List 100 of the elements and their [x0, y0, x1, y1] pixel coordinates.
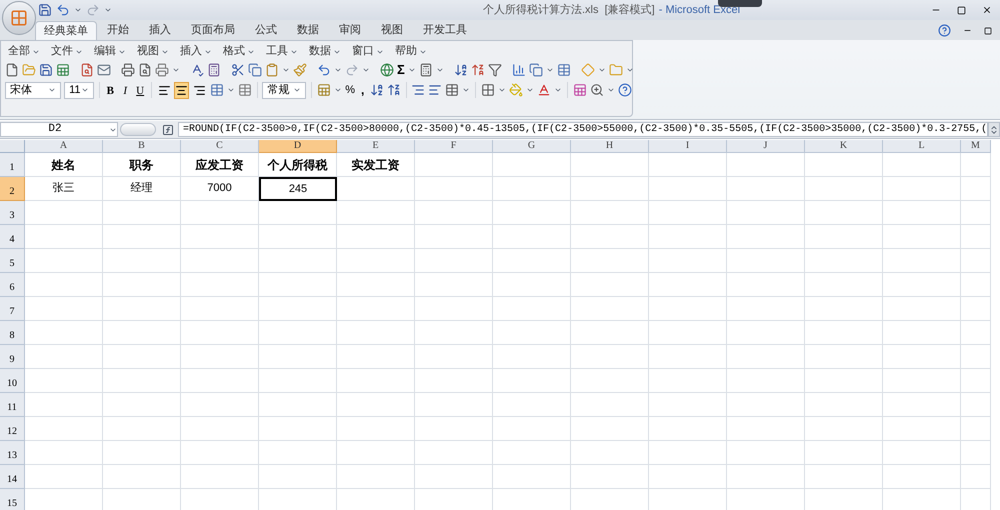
menu-item[interactable]: 编辑	[94, 43, 116, 60]
column-header[interactable]: H	[571, 140, 649, 153]
menu-item[interactable]: 窗口	[352, 43, 374, 60]
up-down-arrows-icon[interactable]	[989, 124, 999, 134]
ribbon-tab[interactable]: 经典菜单	[35, 21, 97, 40]
sort-descending-icon[interactable]	[470, 62, 485, 76]
row-header[interactable]: 5	[0, 249, 25, 273]
row-header[interactable]: 15	[0, 489, 25, 510]
formula-field[interactable]: =ROUND(IF(C2-3500>0,IF(C2-3500>80000,(C2-3500)*0.45-13505,(IF(C2-3500>55000,(C2-3500)*0.35-5505,(IF(C2-3500>35000,(C2-3500)*0.3-2755,(	[178, 122, 988, 137]
sort-ascending-icon[interactable]	[454, 62, 468, 76]
dropdown-caret-icon[interactable]	[104, 6, 112, 14]
dropdown-caret-icon[interactable]	[48, 86, 56, 94]
table-icon[interactable]	[556, 62, 571, 76]
column-header[interactable]: B	[103, 140, 181, 153]
row-header[interactable]: 13	[0, 441, 25, 465]
menu-item[interactable]: 格式	[223, 43, 245, 60]
row-header[interactable]: 4	[0, 225, 25, 249]
border-icon[interactable]	[445, 83, 460, 97]
close-icon[interactable]	[982, 5, 992, 15]
row-header[interactable]: 1	[0, 153, 25, 177]
preview-icon[interactable]	[80, 62, 94, 76]
row-header[interactable]: 3	[0, 201, 25, 225]
help-icon[interactable]	[938, 24, 951, 37]
save-icon[interactable]	[39, 62, 53, 76]
save-icon[interactable]	[38, 3, 52, 17]
copy-icon[interactable]	[248, 62, 262, 76]
text-style-button[interactable]: I	[119, 82, 132, 98]
column-header[interactable]: I	[649, 140, 727, 153]
font-size-combo[interactable]: 11	[64, 82, 94, 98]
paste-icon[interactable]	[265, 62, 279, 76]
ribbon-tab[interactable]: 插入	[139, 21, 181, 40]
dropdown-caret-icon[interactable]	[292, 86, 301, 94]
dropdown-caret-icon[interactable]	[334, 86, 342, 94]
dropdown-caret-icon[interactable]	[526, 86, 534, 94]
text-style-button[interactable]: U	[134, 82, 146, 98]
help-icon[interactable]	[618, 83, 632, 97]
ribbon-tab[interactable]: 审阅	[329, 21, 371, 40]
column-header[interactable]: F	[415, 140, 493, 153]
dropdown-caret-icon[interactable]	[498, 86, 506, 94]
ribbon-tab[interactable]: 开发工具	[413, 21, 477, 40]
chart-icon[interactable]	[512, 62, 526, 76]
menu-item[interactable]: 工具	[266, 43, 288, 60]
borders-icon[interactable]	[481, 83, 496, 97]
ribbon-tab[interactable]: 数据	[287, 21, 329, 40]
dropdown-caret-icon[interactable]	[606, 86, 615, 94]
merge-cells-icon[interactable]	[210, 83, 224, 97]
row-header[interactable]: 8	[0, 321, 25, 345]
indent-icon[interactable]	[428, 83, 442, 97]
ribbon-tab[interactable]: 页面布局	[181, 21, 245, 40]
column-header[interactable]: D	[259, 140, 337, 153]
expand-formula-button[interactable]	[988, 122, 1000, 137]
print-icon[interactable]	[121, 62, 135, 76]
preview-icon[interactable]	[138, 62, 152, 76]
column-header[interactable]: L	[883, 140, 961, 153]
row-header[interactable]: 12	[0, 417, 25, 441]
formula-bar-handle[interactable]	[120, 123, 156, 136]
mail-icon[interactable]	[97, 62, 111, 76]
align-button[interactable]	[174, 82, 190, 98]
restore-icon[interactable]	[957, 6, 966, 14]
dropdown-caret-icon[interactable]	[74, 6, 82, 14]
outdent-icon[interactable]	[411, 83, 426, 97]
dropdown-caret-icon[interactable]	[462, 86, 470, 94]
column-header[interactable]: K	[805, 140, 883, 153]
ribbon-tab[interactable]: 开始	[97, 21, 139, 40]
row-header[interactable]: 11	[0, 393, 25, 417]
undo-icon[interactable]	[317, 62, 331, 76]
ribbon-tab[interactable]: 视图	[371, 21, 413, 40]
menu-item[interactable]: 文件	[51, 43, 73, 60]
column-header[interactable]: A	[25, 140, 103, 153]
spellcheck-icon[interactable]	[190, 62, 204, 76]
row-header[interactable]: 7	[0, 297, 25, 321]
row-header[interactable]: 2	[0, 177, 25, 201]
number-format-combo[interactable]: 常规	[262, 82, 306, 98]
menu-item[interactable]: 插入	[180, 43, 202, 60]
menu-item[interactable]: 视图	[137, 43, 159, 60]
filter-icon[interactable]	[488, 62, 502, 76]
hyperlink-icon[interactable]	[380, 62, 394, 76]
autosum-button[interactable]: Σ	[397, 60, 405, 80]
sheet-icon[interactable]	[56, 62, 70, 76]
zoom-icon[interactable]	[590, 83, 604, 97]
cut-icon[interactable]	[231, 62, 245, 76]
row-header[interactable]: 6	[0, 273, 25, 297]
row-header[interactable]: 14	[0, 465, 25, 489]
dropdown-caret-icon[interactable]	[554, 86, 562, 94]
menu-item[interactable]: 全部	[8, 43, 30, 60]
dropdown-caret-icon[interactable]	[226, 86, 235, 94]
column-header[interactable]: J	[727, 140, 805, 153]
undo-icon[interactable]	[56, 3, 70, 17]
row-header[interactable]: 9	[0, 345, 25, 369]
office-button[interactable]	[2, 1, 36, 35]
name-box[interactable]: D2	[0, 122, 118, 137]
column-header[interactable]: G	[493, 140, 571, 153]
print-icon[interactable]	[155, 62, 169, 76]
column-header[interactable]: M	[961, 140, 991, 153]
font-name-combo[interactable]: 宋体	[5, 82, 62, 98]
text-style-button[interactable]: B	[104, 82, 116, 98]
menu-item[interactable]: 数据	[309, 43, 331, 60]
restore-icon[interactable]	[984, 26, 992, 34]
row-header[interactable]: 10	[0, 369, 25, 393]
column-header[interactable]: E	[337, 140, 415, 153]
